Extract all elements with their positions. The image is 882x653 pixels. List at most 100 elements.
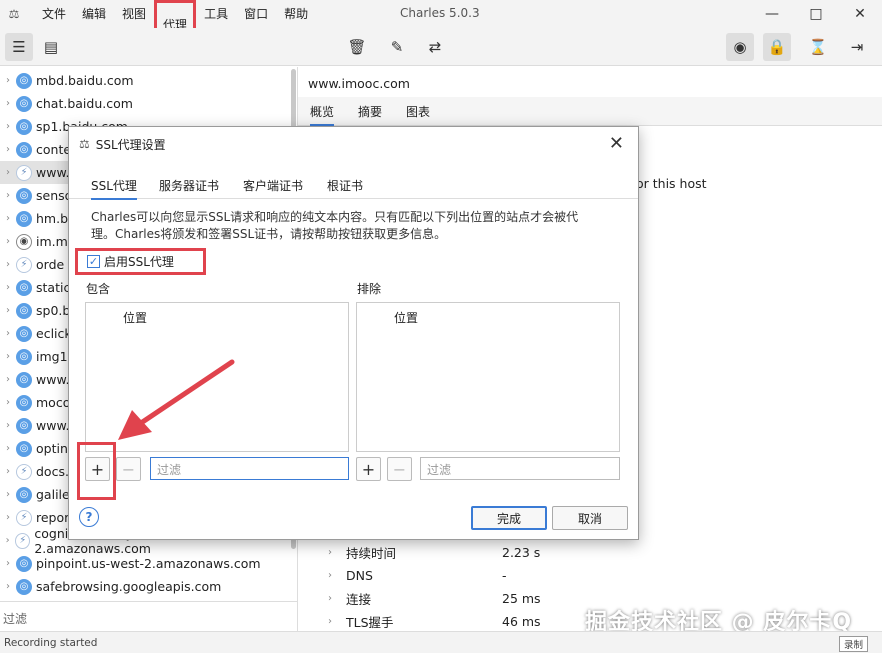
row-key: 持续时间 bbox=[346, 545, 397, 561]
menu-view[interactable]: 视图 bbox=[114, 0, 154, 28]
status-bar: Recording started 录制 bbox=[0, 631, 882, 653]
record-icon[interactable]: ◉ bbox=[726, 33, 754, 61]
chevron-right-icon[interactable]: › bbox=[0, 282, 16, 293]
menu-help[interactable]: 帮助 bbox=[276, 0, 316, 28]
menu-window[interactable]: 窗口 bbox=[236, 0, 276, 28]
menu-file[interactable]: 文件 bbox=[34, 0, 74, 28]
throttle-hourglass-icon[interactable]: ⌛ bbox=[804, 33, 832, 61]
close-icon[interactable]: ✕ bbox=[609, 133, 624, 154]
globe-icon: ◎ bbox=[16, 555, 32, 572]
tab-client-cert[interactable]: 客户端证书 bbox=[243, 177, 303, 194]
globe-icon: ◎ bbox=[16, 486, 32, 503]
sequence-view-icon[interactable]: ▤ bbox=[37, 33, 65, 61]
row-key: DNS bbox=[346, 567, 373, 583]
globe-icon: ◎ bbox=[16, 348, 32, 365]
row-key: 连接 bbox=[346, 591, 372, 607]
detail-row[interactable]: › DNS - bbox=[328, 564, 868, 586]
bolt-icon: ⚡ bbox=[15, 532, 31, 549]
chevron-right-icon[interactable]: › bbox=[0, 305, 16, 316]
host-name: optin bbox=[36, 441, 68, 456]
repeat-icon[interactable]: ⇄ bbox=[421, 33, 449, 61]
dialog-tabs: SSL代理 服务器证书 客户端证书 根证书 bbox=[69, 173, 638, 200]
enable-ssl-label: 启用SSL代理 bbox=[104, 255, 174, 269]
ssl-lock-icon[interactable]: 🔒 bbox=[763, 33, 791, 61]
dialog-title: SSL代理设置 bbox=[95, 137, 166, 152]
chevron-right-icon[interactable]: › bbox=[0, 213, 16, 224]
menu-edit[interactable]: 编辑 bbox=[74, 0, 114, 28]
include-remove-button[interactable]: − bbox=[116, 457, 141, 481]
toolbar: ☰ ▤ 🗑 ✎ ⇄ ◉ 🔒 ⌛ ⇥ bbox=[0, 28, 882, 66]
host-name: galile bbox=[36, 487, 70, 502]
trash-icon[interactable]: 🗑 bbox=[343, 33, 371, 61]
chevron-right-icon[interactable]: › bbox=[0, 397, 16, 408]
chevron-right-icon[interactable]: › bbox=[0, 98, 16, 109]
exclude-add-button[interactable]: + bbox=[356, 457, 381, 481]
chevron-right-icon[interactable]: › bbox=[0, 581, 16, 592]
chevron-right-icon[interactable]: › bbox=[0, 328, 16, 339]
host-row[interactable]: › ◎ mbd.baidu.com bbox=[0, 69, 290, 92]
globe-icon: ◎ bbox=[16, 578, 32, 595]
left-filter[interactable]: 过滤 bbox=[0, 601, 297, 631]
enable-ssl-proxy-checkbox[interactable]: ✓ 启用SSL代理 bbox=[75, 248, 206, 275]
charles-logo-icon: ⚖ bbox=[8, 7, 20, 21]
chevron-right-icon[interactable]: › bbox=[0, 75, 16, 86]
close-window-icon[interactable]: ✕ bbox=[838, 0, 882, 28]
globe-icon: ◎ bbox=[16, 118, 32, 135]
chevron-right-icon[interactable]: › bbox=[0, 167, 16, 178]
exclude-list[interactable]: 位置 bbox=[356, 302, 620, 452]
tab-ssl-proxy[interactable]: SSL代理 bbox=[91, 177, 137, 200]
host-name: safebrowsing.googleapis.com bbox=[36, 579, 222, 594]
tab-overview[interactable]: 概览 bbox=[310, 103, 335, 126]
eye-icon: ◉ bbox=[16, 233, 32, 250]
ok-button[interactable]: 完成 bbox=[471, 506, 547, 530]
detail-host: www.imooc.com bbox=[308, 76, 410, 91]
tab-chart[interactable]: 图表 bbox=[406, 103, 430, 120]
chevron-right-icon[interactable]: › bbox=[0, 190, 16, 201]
globe-icon: ◎ bbox=[16, 417, 32, 434]
include-filter-input[interactable]: 过滤 bbox=[150, 457, 349, 480]
structure-view-icon[interactable]: ☰ bbox=[5, 33, 33, 61]
chevron-right-icon[interactable]: › bbox=[0, 121, 16, 132]
chevron-right-icon[interactable]: › bbox=[0, 374, 16, 385]
host-name: orde bbox=[36, 257, 65, 272]
row-key: TLS握手 bbox=[346, 614, 394, 630]
chevron-right-icon[interactable]: › bbox=[0, 558, 16, 569]
chevron-right-icon[interactable]: › bbox=[0, 351, 16, 362]
chevron-right-icon[interactable]: › bbox=[0, 535, 15, 546]
edit-icon[interactable]: ✎ bbox=[383, 33, 411, 61]
record-status-button[interactable]: 录制 bbox=[838, 636, 868, 652]
dialog-title-bar: ⚖ SSL代理设置 bbox=[69, 127, 638, 161]
exclude-filter-input[interactable]: 过滤 bbox=[420, 457, 620, 480]
help-icon[interactable]: ? bbox=[79, 507, 99, 527]
chevron-right-icon[interactable]: › bbox=[0, 236, 16, 247]
host-name: chat.baidu.com bbox=[36, 96, 133, 111]
exclude-remove-button[interactable]: − bbox=[387, 457, 412, 481]
breakpoint-arrow-icon[interactable]: ⇥ bbox=[843, 33, 871, 61]
chevron-right-icon[interactable]: › bbox=[0, 443, 16, 454]
tab-summary[interactable]: 摘要 bbox=[358, 103, 382, 120]
row-value: 46 ms bbox=[502, 613, 541, 629]
globe-icon: ◎ bbox=[16, 371, 32, 388]
chevron-right-icon[interactable]: › bbox=[0, 144, 16, 155]
host-name: conte bbox=[36, 142, 72, 157]
host-row[interactable]: › ◎ chat.baidu.com bbox=[0, 92, 290, 115]
location-column-header: 位置 bbox=[394, 311, 419, 325]
chevron-right-icon[interactable]: › bbox=[0, 259, 16, 270]
maximize-icon[interactable]: □ bbox=[794, 0, 838, 28]
cancel-button[interactable]: 取消 bbox=[552, 506, 628, 530]
menu-tools[interactable]: 工具 bbox=[196, 0, 236, 28]
chevron-right-icon[interactable]: › bbox=[0, 512, 16, 523]
host-row[interactable]: › ◎ pinpoint.us-west-2.amazonaws.com bbox=[0, 552, 290, 575]
globe-icon: ◎ bbox=[16, 72, 32, 89]
tab-root-cert[interactable]: 根证书 bbox=[327, 177, 363, 194]
tab-server-cert[interactable]: 服务器证书 bbox=[159, 177, 219, 194]
chevron-right-icon[interactable]: › bbox=[0, 489, 16, 500]
detail-row[interactable]: › 持续时间 2.23 s bbox=[328, 541, 868, 563]
minimize-icon[interactable]: — bbox=[750, 0, 794, 28]
title-bar: ⚖ 文件 编辑 视图 代理 工具 窗口 帮助 Charles 5.0.3 — □… bbox=[0, 0, 882, 50]
chevron-right-icon[interactable]: › bbox=[0, 466, 16, 477]
host-name: repor bbox=[36, 510, 70, 525]
chevron-right-icon[interactable]: › bbox=[0, 420, 16, 431]
include-list[interactable]: 位置 bbox=[85, 302, 349, 452]
host-row[interactable]: › ◎ safebrowsing.googleapis.com bbox=[0, 575, 290, 598]
